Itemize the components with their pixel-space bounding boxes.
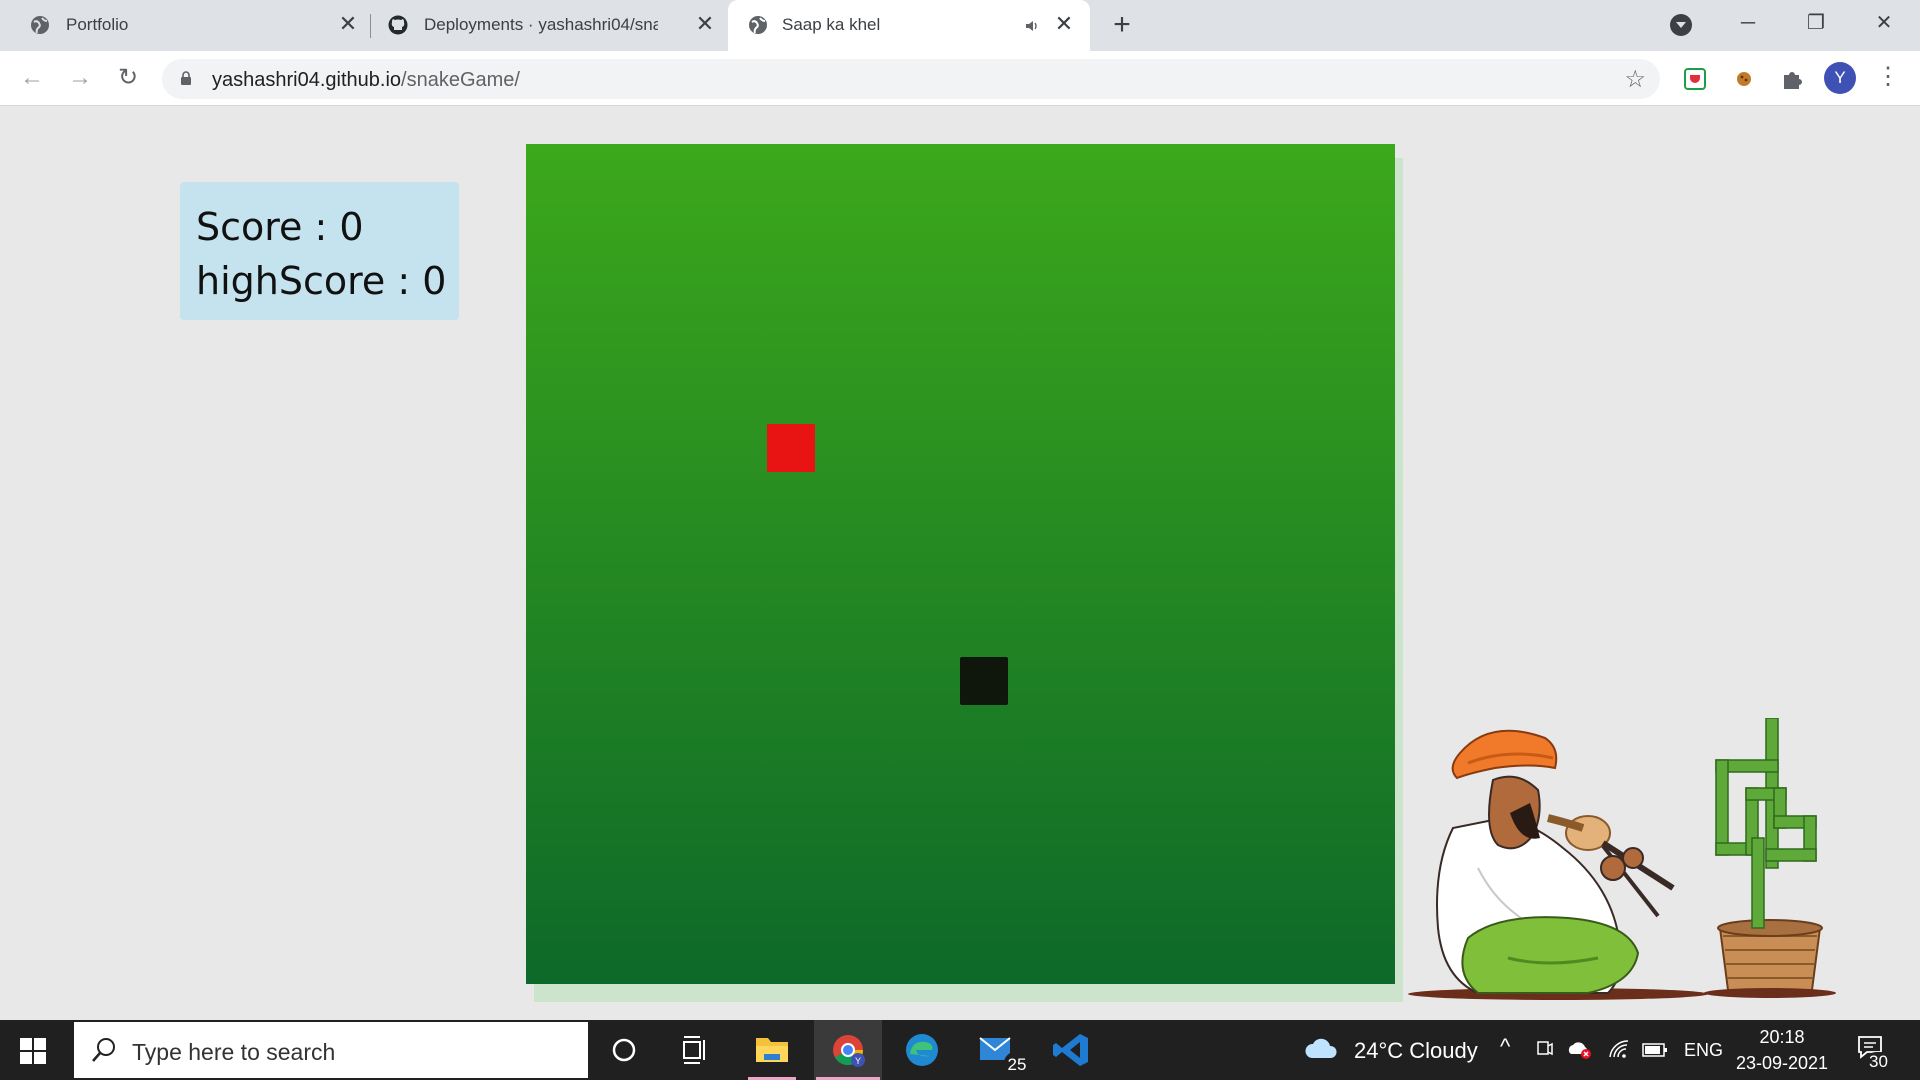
new-tab-button[interactable]: + xyxy=(1108,10,1136,40)
tab-search-icon[interactable] xyxy=(1670,14,1692,36)
clock-date: 23-09-2021 xyxy=(1735,1053,1829,1073)
clock-time: 20:18 xyxy=(1759,1027,1805,1047)
tab-title: Saap ka khel xyxy=(782,15,881,34)
cortana-icon[interactable] xyxy=(590,1020,658,1080)
windows-taskbar: Type here to search Y 24°C Cloudy ^ ENG … xyxy=(0,1020,1920,1080)
close-tab-icon[interactable]: ✕ xyxy=(1053,13,1075,35)
restore-icon[interactable]: ❐ xyxy=(1796,8,1836,38)
address-bar[interactable]: yashashri04.github.io/snakeGame/ ☆ xyxy=(162,59,1660,99)
close-tab-icon[interactable]: ✕ xyxy=(337,13,359,35)
tab-deployments[interactable]: Deployments · yashashri04/snake ✕ xyxy=(372,0,728,51)
cloudy-weather-icon[interactable] xyxy=(1304,1034,1340,1062)
tab-divider xyxy=(370,14,371,38)
url-path: /snakeGame/ xyxy=(401,69,520,91)
game-page: Score : 0 highScore : 0 xyxy=(0,106,1920,1020)
edge-icon[interactable] xyxy=(888,1020,956,1080)
language-indicator[interactable]: ENG xyxy=(1684,1040,1723,1061)
browser-toolbar: ← → ↻ yashashri04.github.io/snakeGame/ ☆ xyxy=(0,51,1920,106)
globe-icon xyxy=(749,16,767,34)
file-explorer-icon[interactable] xyxy=(738,1020,806,1080)
meet-now-icon[interactable] xyxy=(1536,1038,1554,1060)
score-text: Score : 0 xyxy=(196,205,364,249)
back-arrow-icon[interactable]: ← xyxy=(18,64,46,92)
tab-portfolio[interactable]: Portfolio ✕ xyxy=(0,0,368,51)
cookie-extension-icon[interactable] xyxy=(1731,66,1757,92)
game-board[interactable] xyxy=(526,144,1395,984)
svg-text:Y: Y xyxy=(855,1056,861,1066)
pocket-extension-icon[interactable] xyxy=(1682,66,1708,92)
taskbar-search-box[interactable]: Type here to search xyxy=(74,1022,588,1078)
minimize-icon[interactable]: ─ xyxy=(1728,8,1768,38)
score-panel: Score : 0 highScore : 0 xyxy=(180,182,459,320)
github-icon xyxy=(388,15,408,35)
tab-strip: Portfolio ✕ Deployments · yashashri04/sn… xyxy=(0,0,1920,51)
vscode-icon[interactable] xyxy=(1038,1020,1106,1080)
notification-count-badge: 30 xyxy=(1866,1052,1891,1072)
globe-icon xyxy=(31,16,49,34)
food-block xyxy=(767,424,815,472)
snake-charmer-illustration xyxy=(1408,718,1836,1000)
battery-icon[interactable] xyxy=(1642,1042,1668,1058)
task-view-icon[interactable] xyxy=(662,1020,730,1080)
weather-text[interactable]: 24°C Cloudy xyxy=(1354,1038,1478,1064)
clock[interactable]: 20:18 23-09-2021 xyxy=(1732,1024,1832,1076)
forward-arrow-icon[interactable]: → xyxy=(66,64,94,92)
chrome-taskbar-icon[interactable]: Y xyxy=(814,1020,882,1080)
show-hidden-icons-icon[interactable]: ^ xyxy=(1500,1034,1510,1060)
windows-start-icon[interactable] xyxy=(20,1038,46,1064)
profile-avatar[interactable]: Y xyxy=(1824,62,1856,94)
url-text[interactable]: yashashri04.github.io/snakeGame/ xyxy=(212,69,520,92)
close-window-icon[interactable]: ✕ xyxy=(1864,8,1904,38)
extensions-puzzle-icon[interactable] xyxy=(1779,66,1805,92)
onedrive-error-icon[interactable] xyxy=(1568,1038,1592,1060)
search-icon xyxy=(92,1038,115,1062)
url-host: yashashri04.github.io xyxy=(212,69,402,91)
reload-icon[interactable]: ↻ xyxy=(114,64,142,92)
snake-head xyxy=(960,657,1008,705)
speaker-icon[interactable] xyxy=(1024,18,1040,34)
tab-title: Deployments · yashashri04/snake xyxy=(424,15,658,34)
bookmark-star-icon[interactable]: ☆ xyxy=(1624,65,1646,94)
highscore-text: highScore : 0 xyxy=(196,259,447,303)
tab-title: Portfolio xyxy=(66,15,129,34)
lock-icon[interactable] xyxy=(180,71,192,86)
mail-unread-badge: 25 xyxy=(1004,1052,1030,1074)
tab-saap-ka-khel[interactable]: Saap ka khel ✕ xyxy=(728,0,1090,51)
wifi-icon[interactable] xyxy=(1608,1038,1630,1060)
close-tab-icon[interactable]: ✕ xyxy=(694,13,716,35)
search-placeholder: Type here to search xyxy=(132,1039,336,1065)
browser-menu-icon[interactable]: ⋮ xyxy=(1876,62,1900,94)
